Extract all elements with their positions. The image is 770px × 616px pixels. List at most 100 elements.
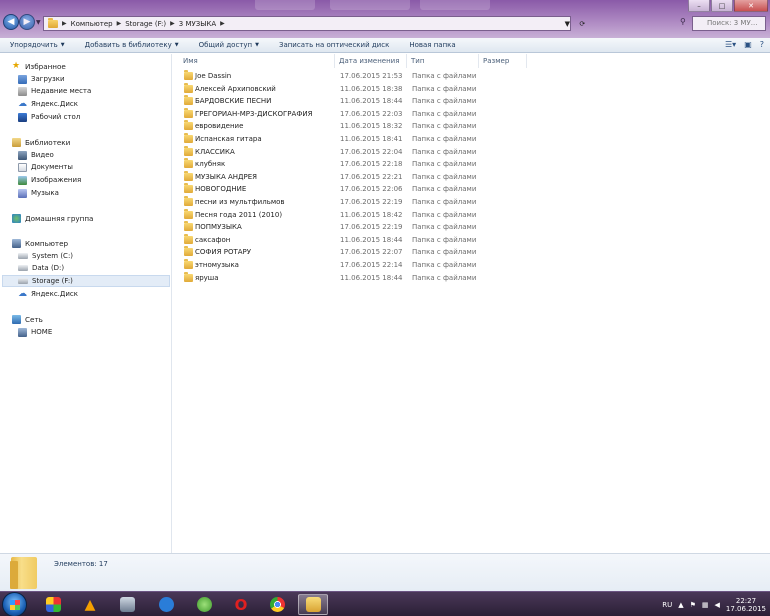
file-row[interactable]: БАРДОВСКИЕ ПЕСНИ 11.06.2015 18:44 Папка с …: [172, 95, 770, 108]
minimize-button[interactable]: –: [688, 0, 710, 12]
recent-pages-dropdown[interactable]: ▼: [36, 19, 41, 26]
sidebar-item-desktop[interactable]: Рабочий стол: [18, 111, 80, 123]
folder-icon: [184, 258, 193, 269]
breadcrumb-storage[interactable]: Storage (F:): [125, 20, 166, 28]
start-button[interactable]: [2, 592, 27, 616]
folder-icon: [184, 132, 193, 143]
organize-button[interactable]: Упорядочить ▼: [0, 41, 75, 49]
column-date-modified[interactable]: Дата изменения: [335, 54, 407, 68]
sidebar-homegroup[interactable]: Домашняя группа: [12, 212, 93, 224]
refresh-icon[interactable]: ⟳: [579, 20, 585, 28]
network-tray-icon[interactable]: ▦: [702, 601, 709, 609]
sidebar-item-downloads[interactable]: Загрузки: [18, 73, 65, 85]
sidebar-item-drive-c[interactable]: System (C:): [18, 250, 73, 262]
sidebar-item-yandex-disk[interactable]: ☁ Яндекс.Диск: [18, 98, 78, 110]
calculator-icon[interactable]: [112, 594, 142, 615]
cam-icon[interactable]: [151, 594, 181, 615]
file-row[interactable]: Алексей Архиповский 11.06.2015 18:38 Папка…: [172, 82, 770, 96]
file-row[interactable]: клубняк 17.06.2015 22:18 Папка с файлами: [172, 158, 770, 171]
background-tab: [420, 0, 490, 10]
sidebar-item-pictures[interactable]: Изображения: [18, 174, 81, 186]
preview-pane-icon[interactable]: ▣: [744, 40, 752, 49]
clock[interactable]: 22:27 17.06.2015: [726, 597, 766, 613]
sidebar-libraries[interactable]: Библиотеки: [12, 136, 70, 148]
explorer-icon[interactable]: [298, 594, 328, 615]
file-name: КЛАССИКА: [195, 147, 235, 156]
maximize-button[interactable]: □: [711, 0, 733, 12]
sidebar-item-label: Яндекс.Диск: [31, 100, 78, 108]
navigation-buttons: ◀ ▶: [3, 14, 35, 31]
file-row[interactable]: песни из мультфильмов 17.06.2015 22:19 Пап…: [172, 195, 770, 209]
file-row[interactable]: Песня года 2011 (2010) 11.06.2015 18:42 Па…: [172, 208, 770, 222]
burn-disc-button[interactable]: Записать на оптический диск: [269, 41, 399, 49]
sidebar-item-video[interactable]: Видео: [18, 149, 54, 161]
forward-button[interactable]: ▶: [19, 14, 35, 30]
language-indicator[interactable]: RU: [662, 601, 672, 609]
file-row[interactable]: этномузыка 17.06.2015 22:14 Папка с файлам…: [172, 258, 770, 272]
folder-icon: [48, 17, 58, 28]
file-name: саксафон: [195, 235, 231, 244]
sidebar-item-recent[interactable]: Недавние места: [18, 85, 91, 97]
sidebar-item-label: Видео: [31, 151, 54, 159]
opera-icon[interactable]: O: [226, 594, 256, 615]
sidebar-item-drive-f[interactable]: Storage (F:): [2, 275, 170, 287]
sidebar-item-documents[interactable]: Документы: [18, 161, 73, 173]
file-row[interactable]: КЛАССИКА 17.06.2015 22:04 Папка с файлами: [172, 145, 770, 159]
column-name[interactable]: Имя: [179, 54, 335, 68]
title-bar: ◀ ▶ ▼ ▶ Компьютер ▶ Storage (F:) ▶ 3 МУЗЫК…: [0, 0, 770, 38]
chevron-right-icon[interactable]: ▶: [170, 20, 175, 27]
view-options-icon[interactable]: ☰▾: [725, 40, 736, 49]
sidebar-item-label: Data (D:): [32, 264, 65, 272]
file-row[interactable]: ГРЕГОРИАН-МР3-ДИСКОГРАФИЯ 17.06.2015 22:0…: [172, 107, 770, 121]
aimp-icon[interactable]: ▲: [75, 594, 105, 615]
breadcrumb-music[interactable]: 3 МУЗЫКА: [179, 20, 216, 28]
sidebar-network[interactable]: Сеть: [12, 313, 43, 325]
sidebar-item-home[interactable]: HOME: [18, 326, 52, 338]
sidebar-favorites[interactable]: ★ Избранное: [12, 60, 66, 72]
file-date: 11.06.2015 18:44: [340, 97, 403, 106]
file-row[interactable]: Испанская гитара 11.06.2015 18:41 Папка с …: [172, 132, 770, 146]
file-row[interactable]: саксафон 11.06.2015 18:44 Папка с файлами: [172, 233, 770, 247]
cloud-icon: ☁: [18, 98, 27, 109]
file-date: 17.06.2015 22:04: [340, 147, 403, 156]
file-row[interactable]: СОФИЯ РОТАРУ 17.06.2015 22:07 Папка с файл…: [172, 246, 770, 259]
new-folder-button[interactable]: Новая папка: [399, 41, 465, 49]
add-to-library-button[interactable]: Добавить в библиотеку ▼: [75, 41, 189, 49]
switcher-icon[interactable]: [38, 594, 68, 615]
file-row[interactable]: ПОПМУЗЫКА 17.06.2015 22:19 Папка с файлами: [172, 221, 770, 234]
breadcrumb-computer[interactable]: Компьютер: [71, 20, 113, 28]
folder-icon: [184, 120, 193, 131]
close-button[interactable]: ✕: [734, 0, 768, 12]
downloads-icon: [18, 74, 27, 84]
chevron-right-icon: ▶: [62, 20, 67, 27]
chevron-right-icon[interactable]: ▶: [220, 20, 225, 27]
details-pane: Элементов: 17: [0, 553, 770, 591]
sidebar-item-drive-d[interactable]: Data (D:): [18, 262, 64, 274]
sidebar-computer[interactable]: Компьютер: [12, 237, 68, 249]
utorrent-icon[interactable]: [189, 594, 219, 615]
flag-icon[interactable]: ⚑: [690, 601, 696, 609]
tray-arrow-icon[interactable]: ▲: [678, 601, 683, 609]
chevron-right-icon[interactable]: ▶: [117, 20, 122, 27]
volume-icon[interactable]: ◀: [715, 601, 720, 609]
file-row[interactable]: НОВОГОДНИЕ 17.06.2015 22:06 Папка с файлам…: [172, 183, 770, 196]
file-name: Алексей Архиповский: [195, 84, 276, 93]
sidebar-item-music[interactable]: Музыка: [18, 187, 59, 199]
share-button[interactable]: Общий доступ ▼: [189, 41, 269, 49]
file-row[interactable]: МУЗЫКА АНДРЕЯ 17.06.2015 22:21 Папка с фай…: [172, 170, 770, 184]
back-button[interactable]: ◀: [3, 14, 19, 30]
file-name: ПОПМУЗЫКА: [195, 223, 242, 232]
file-row[interactable]: евровидение 11.06.2015 18:32 Папка с файла…: [172, 120, 770, 133]
file-row[interactable]: Joe Dassin 17.06.2015 21:53 Папка с файлам…: [172, 70, 770, 83]
help-icon[interactable]: ?: [760, 40, 764, 49]
folder-icon: [184, 70, 193, 80]
search-input[interactable]: Поиск: 3 МУ...: [692, 16, 766, 31]
file-row[interactable]: яруша 11.06.2015 18:44 Папка с файлами: [172, 271, 770, 285]
address-dropdown-icon[interactable]: ▼: [565, 20, 570, 28]
address-bar[interactable]: ▶ Компьютер ▶ Storage (F:) ▶ 3 МУЗЫКА ▶: [43, 16, 571, 31]
chrome-icon[interactable]: [262, 594, 292, 615]
file-name: Песня года 2011 (2010): [195, 210, 283, 219]
sidebar-item-yandex-disk-drive[interactable]: ☁ Яндекс.Диск: [18, 288, 78, 300]
column-size[interactable]: Размер: [479, 54, 527, 68]
column-type[interactable]: Тип: [407, 54, 479, 68]
